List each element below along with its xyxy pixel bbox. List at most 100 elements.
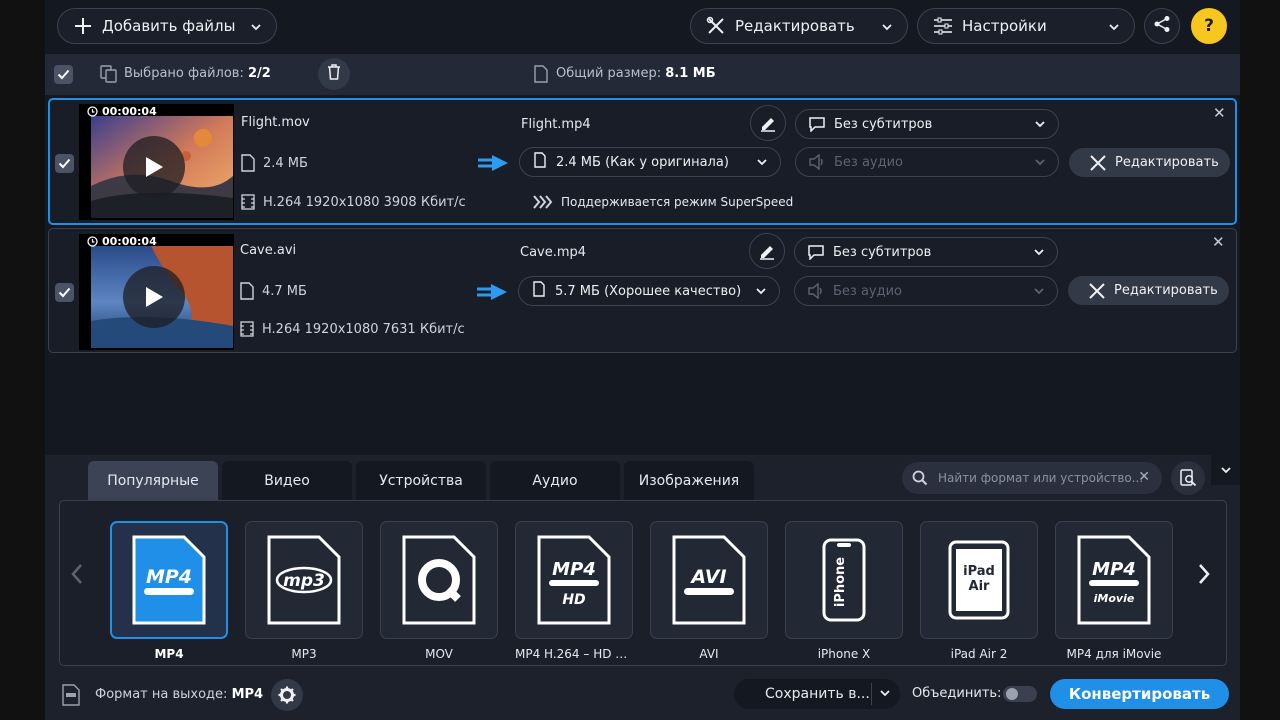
chevron-down-icon[interactable]: [879, 687, 891, 703]
add-files-button[interactable]: Добавить файлы: [57, 8, 277, 44]
subtitles-dropdown[interactable]: Без субтитров: [794, 237, 1058, 267]
carousel-prev-button[interactable]: [70, 563, 84, 589]
superspeed-text: Поддерживается режим SuperSpeed: [561, 195, 794, 209]
output-size-dropdown[interactable]: 5.7 МБ (Хорошее качество): [518, 276, 780, 306]
svg-text:Air: Air: [969, 579, 991, 594]
file-icon: [534, 152, 546, 172]
superspeed-icon: [533, 195, 553, 209]
carousel-next-button[interactable]: [1197, 563, 1211, 589]
svg-text:MP4: MP4: [146, 566, 192, 588]
detect-device-button[interactable]: [1171, 461, 1205, 495]
file-size: 4.7 МБ: [240, 282, 307, 300]
device-search-icon: [1180, 469, 1197, 487]
edit-file-button[interactable]: Редактировать: [1068, 276, 1229, 305]
chevron-down-icon: [1033, 285, 1045, 301]
file-row[interactable]: 00:00:04 Flight.mov 2.4 МБ H.264 1920x10…: [48, 98, 1237, 225]
play-button[interactable]: [123, 136, 185, 198]
format-mp4[interactable]: MP4 MP4: [110, 521, 228, 661]
help-icon: ?: [1204, 16, 1214, 36]
pen-icon: [761, 118, 775, 132]
clock-icon: [87, 236, 98, 247]
file-size-text: 4.7 МБ: [262, 283, 307, 299]
format-ipad-air-2[interactable]: iPad Air iPad Air 2: [920, 521, 1038, 661]
file-codec-text: H.264 1920x1080 7631 Кбит/с: [262, 321, 465, 337]
tab-images[interactable]: Изображения: [624, 461, 754, 500]
format-label: MP4 для iMovie: [1066, 647, 1162, 661]
avi-format-icon: AVI: [650, 521, 768, 639]
delete-button[interactable]: [318, 58, 350, 90]
format-mp3[interactable]: mp3 MP3: [245, 521, 363, 661]
convert-button[interactable]: Конвертировать: [1050, 679, 1229, 709]
chevron-down-icon: [881, 19, 893, 37]
subtitles-dropdown[interactable]: Без субтитров: [795, 109, 1059, 139]
output-settings-button[interactable]: [271, 679, 303, 711]
file-checkbox[interactable]: [55, 154, 74, 173]
divider: [871, 683, 872, 705]
tab-popular[interactable]: Популярные: [88, 461, 218, 500]
save-to-button[interactable]: Сохранить в...: [734, 679, 900, 709]
share-icon: [1153, 15, 1171, 37]
merge-toggle[interactable]: [1003, 686, 1037, 702]
speaker-icon: [808, 154, 826, 170]
output-format-icon: [62, 684, 80, 710]
right-edge: [1240, 0, 1280, 720]
chevron-down-icon: [1034, 156, 1046, 172]
output-size-text: 2.4 МБ (Как у оригинала): [556, 154, 729, 170]
format-carousel: MP4 MP4 mp3 MP3 MOV MP4 HD MP4 H.264 – H…: [59, 500, 1227, 666]
svg-text:mp3: mp3: [283, 571, 325, 591]
settings-label: Настройки: [962, 17, 1047, 35]
tab-video[interactable]: Видео: [222, 461, 352, 500]
format-label: AVI: [699, 647, 719, 661]
mp3-format-icon: mp3: [245, 521, 363, 639]
tab-devices[interactable]: Устройства: [356, 461, 486, 500]
film-icon: [240, 321, 254, 337]
rename-button[interactable]: [749, 233, 785, 269]
chevron-down-icon: [1033, 246, 1045, 262]
tab-audio[interactable]: Аудио: [490, 461, 620, 500]
edit-file-button[interactable]: Редактировать: [1069, 148, 1230, 177]
selected-count: Выбрано файлов: 2/2: [124, 66, 271, 81]
top-toolbar: Добавить файлы Редактировать Настройки ?: [45, 0, 1240, 54]
file-row[interactable]: 00:00:04 Cave.avi 4.7 МБ H.264 1920x1080…: [48, 228, 1237, 353]
chevron-down-icon: [756, 156, 768, 172]
select-all-checkbox[interactable]: [54, 65, 73, 84]
speech-bubble-icon: [808, 116, 826, 132]
file-checkbox[interactable]: [55, 283, 74, 302]
edit-menu-button[interactable]: Редактировать: [690, 8, 908, 44]
share-button[interactable]: [1144, 8, 1180, 44]
remove-file-icon[interactable]: ✕: [1212, 233, 1225, 251]
video-thumbnail[interactable]: 00:00:04: [79, 104, 234, 220]
format-avi[interactable]: AVI AVI: [650, 521, 768, 661]
format-iphone-x[interactable]: iPhone iPhone X: [785, 521, 903, 661]
output-format: Формат на выходе: MP4: [95, 687, 263, 702]
rename-button[interactable]: [750, 105, 786, 141]
video-thumbnail[interactable]: 00:00:04: [79, 234, 234, 350]
format-mov[interactable]: MOV: [380, 521, 498, 661]
output-format-value: MP4: [231, 687, 264, 702]
file-codec: H.264 1920x1080 3908 Кбит/с: [241, 194, 466, 210]
chevron-right-icon: [1199, 564, 1210, 584]
clear-search-icon[interactable]: ✕: [1138, 469, 1150, 485]
file-size: 2.4 МБ: [241, 154, 308, 172]
audio-dropdown[interactable]: Без аудио: [795, 147, 1059, 177]
format-mp4-hd[interactable]: MP4 HD MP4 H.264 – HD 7...: [515, 521, 633, 661]
output-size-dropdown[interactable]: 2.4 МБ (Как у оригинала): [519, 147, 781, 177]
superspeed-note: Поддерживается режим SuperSpeed: [533, 195, 793, 209]
remove-file-icon[interactable]: ✕: [1213, 104, 1226, 122]
format-search-input[interactable]: Найти формат или устройство... ✕: [902, 462, 1162, 494]
output-file-name: Flight.mp4: [521, 117, 591, 132]
format-mp4-imovie[interactable]: MP4 iMovie MP4 для iMovie: [1055, 521, 1173, 661]
svg-text:iMovie: iMovie: [1094, 592, 1135, 605]
file-icon: [533, 281, 545, 301]
format-label: iPhone X: [817, 647, 871, 661]
help-button[interactable]: ?: [1191, 8, 1227, 44]
play-button[interactable]: [123, 266, 185, 328]
file-codec: H.264 1920x1080 7631 Кбит/с: [240, 321, 465, 337]
file-name: Cave.avi: [240, 243, 297, 258]
audio-dropdown[interactable]: Без аудио: [794, 276, 1058, 306]
chevron-down-icon: [1108, 19, 1120, 37]
collapse-panel-button[interactable]: [1211, 455, 1240, 485]
svg-text:HD: HD: [562, 592, 585, 608]
quicktime-format-icon: [380, 521, 498, 639]
settings-button[interactable]: Настройки: [917, 8, 1135, 44]
